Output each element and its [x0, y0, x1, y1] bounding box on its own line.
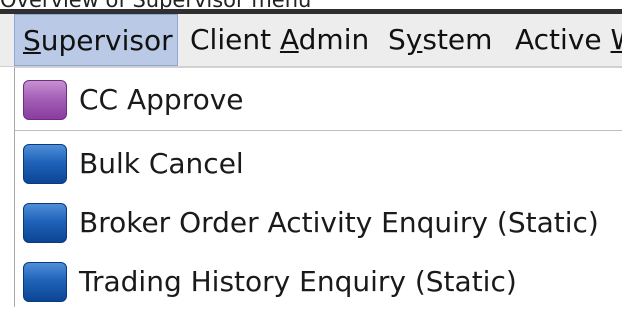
menu-supervisor[interactable]: Supervisor: [14, 14, 178, 66]
menu-system[interactable]: System: [388, 14, 492, 66]
menu-separator: [15, 130, 622, 131]
purple-square-icon: [23, 80, 67, 120]
menu-client-admin[interactable]: Client Admin: [190, 14, 369, 66]
menu-item-trading-history-enquiry[interactable]: Trading History Enquiry (Static): [15, 253, 622, 311]
blue-square-icon: [23, 144, 67, 184]
blue-square-icon: [23, 203, 67, 243]
menu-active-window[interactable]: Active W: [515, 14, 622, 66]
menu-item-cc-approve[interactable]: CC Approve: [15, 71, 622, 129]
menu-item-broker-order-activity-enquiry[interactable]: Broker Order Activity Enquiry (Static): [15, 194, 622, 252]
menu-item-label: CC Approve: [79, 83, 244, 116]
menu-item-label: Bulk Cancel: [79, 147, 244, 180]
menu-item-label: Trading History Enquiry (Static): [79, 265, 517, 298]
blue-square-icon: [23, 262, 67, 302]
menu-item-label: Broker Order Activity Enquiry (Static): [79, 206, 599, 239]
supervisor-dropdown-menu: CC Approve Bulk Cancel Broker Order Acti…: [14, 67, 622, 307]
menubar: Supervisor Client Admin System Active W: [0, 14, 622, 67]
menu-item-bulk-cancel[interactable]: Bulk Cancel: [15, 135, 622, 193]
